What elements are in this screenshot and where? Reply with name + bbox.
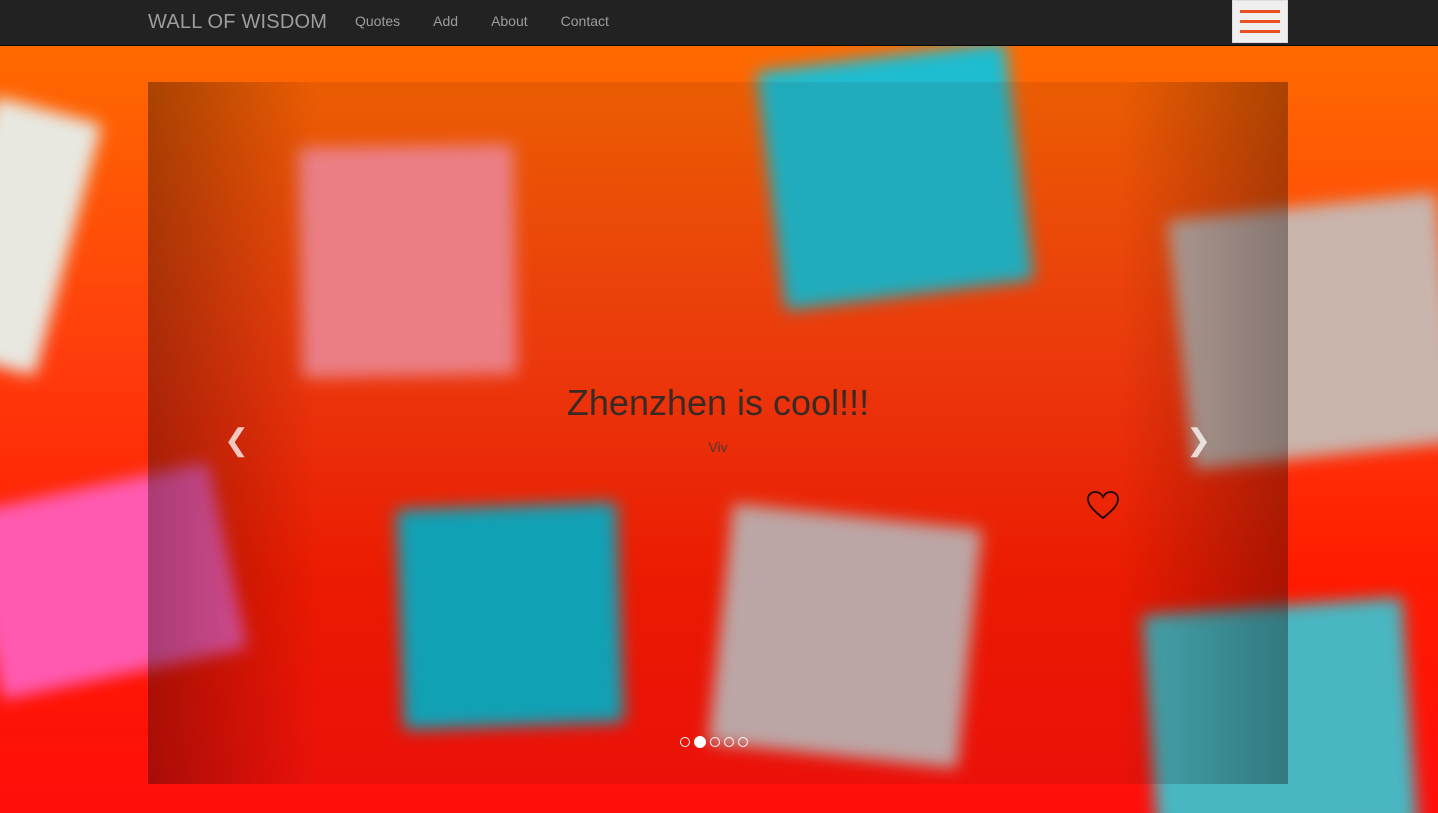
carousel-indicator-4[interactable] [724, 737, 734, 747]
carousel-indicator-3[interactable] [710, 737, 720, 747]
quote-text: Zhenzhen is cool!!! [566, 382, 870, 423]
carousel-indicator-2[interactable] [694, 736, 706, 748]
nav-links: Quotes Add About Contact [355, 13, 642, 29]
hamburger-icon [1240, 10, 1280, 13]
brand-link[interactable]: WALL OF WISDOM [148, 11, 327, 34]
carousel-indicator-1[interactable] [680, 737, 690, 747]
nav-link-contact[interactable]: Contact [561, 13, 609, 29]
carousel-indicators [680, 736, 748, 748]
navbar: WALL OF WISDOM Quotes Add About Contact [0, 0, 1438, 46]
menu-toggle-button[interactable] [1232, 0, 1288, 43]
background-note [0, 96, 102, 376]
nav-link-about[interactable]: About [491, 13, 528, 29]
quote-carousel: ❮ ❯ Zhenzhen is cool!!! Viv [148, 82, 1288, 784]
carousel-indicator-5[interactable] [738, 737, 748, 747]
hamburger-icon [1240, 20, 1280, 23]
nav-link-quotes[interactable]: Quotes [355, 13, 400, 29]
quote-author: Viv [708, 439, 728, 455]
hamburger-icon [1240, 30, 1280, 33]
heart-icon[interactable] [1086, 490, 1120, 520]
nav-link-add[interactable]: Add [433, 13, 458, 29]
